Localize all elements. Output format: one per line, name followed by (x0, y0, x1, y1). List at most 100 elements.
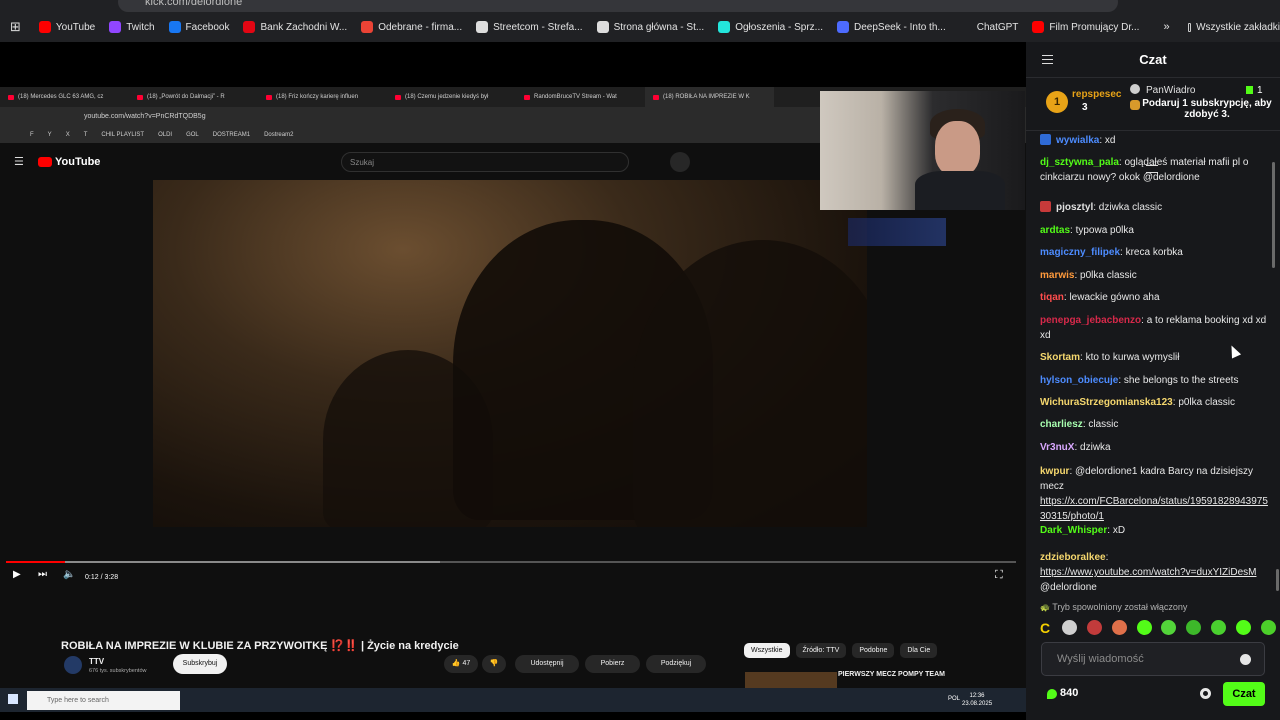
emote[interactable] (1136, 620, 1152, 635)
bookmark-item[interactable]: ChatGPT (959, 21, 1018, 33)
bookmark-favicon-icon (243, 21, 256, 33)
chat-username[interactable]: wywialka (1056, 135, 1099, 146)
chat-username[interactable]: Skortam (1040, 352, 1080, 363)
chat-username[interactable]: ardtas (1040, 225, 1070, 236)
inner-bookmark: OLDI (158, 132, 173, 138)
chat-title: Czat (1139, 52, 1167, 67)
bookmark-item[interactable]: Twitch (109, 21, 155, 33)
bookmark-item[interactable]: YouTube (38, 21, 96, 33)
emote-c[interactable]: C (1040, 620, 1052, 638)
bookmark-favicon-icon (1032, 21, 1045, 33)
emote[interactable] (1260, 620, 1276, 635)
inner-tab-label: RandomBruceTV Stream - Wat (534, 94, 617, 100)
emote[interactable] (1111, 620, 1127, 635)
bookmark-favicon-icon (109, 21, 122, 33)
progress-played (6, 561, 65, 563)
chat-username[interactable]: WichuraStrzegomianska123 (1040, 397, 1173, 408)
windows-start-icon (8, 694, 18, 704)
gift-user-name[interactable]: PanWiadro (1146, 85, 1195, 96)
chat-message: marwis: p0lka classic (1040, 268, 1272, 283)
chat-text: classic (1088, 419, 1119, 430)
filter-chip: Dla Cie (900, 643, 938, 658)
bookmark-item[interactable]: Facebook (168, 21, 229, 33)
chat-text: kreca korbka (1125, 247, 1183, 258)
inner-tab-favicon-icon (8, 94, 14, 100)
emote[interactable] (1086, 620, 1102, 635)
bookmark-favicon-icon (476, 21, 489, 33)
chat-message: pjosztyl: dziwka classic (1040, 200, 1272, 215)
all-bookmarks[interactable]: Wszystkie zakładki (1196, 22, 1280, 33)
bookmark-favicon-icon (596, 21, 609, 33)
emote[interactable] (1186, 620, 1202, 635)
inner-bookmark: GOL (186, 132, 199, 138)
bookmark-item[interactable]: Strona główna - St... (596, 21, 704, 33)
chat-input[interactable]: Wyślij wiadomość (1041, 642, 1265, 676)
stream-video-area[interactable]: (18) Mercedes GLC 63 AMG, cz (18) „Powrót… (0, 42, 1026, 720)
bookmark-item[interactable]: DeepSeek - Into th... (837, 21, 946, 33)
address-bar-url[interactable]: kick.com/delordione (145, 0, 242, 8)
apps-grid-icon[interactable]: ⊞ (10, 19, 21, 35)
address-bar[interactable] (118, 0, 1118, 12)
inner-bookmark: CHIL PLAYLIST (101, 132, 145, 138)
share-button: Udostępnij (515, 655, 579, 673)
chat-username[interactable]: charliesz (1040, 419, 1083, 430)
chat-username[interactable]: zdzieboralkee (1040, 552, 1106, 563)
gift-sub-prompt[interactable]: Podaruj 1 subskrypcję, aby zdobyć 3. (1142, 98, 1272, 120)
screen: kick.com/delordione ⊞ YouTube Twitch Faceb… (0, 0, 1280, 720)
bookmark-item[interactable]: Film Promujący Dr... (1032, 21, 1139, 33)
progress-buffered (6, 561, 441, 563)
bookmark-item[interactable]: Streetcom - Strefa... (476, 21, 583, 33)
chat-username[interactable]: magiczny_filipek (1040, 247, 1120, 258)
chat-leaderboard: 1 repspesec 3 PanWiadro 1 Podaruj 1 subs… (1026, 79, 1280, 173)
chat-username[interactable]: kwpur (1040, 466, 1069, 477)
bookmark-item[interactable]: Odebrane - firma... (361, 21, 462, 33)
chat-text: she belongs to the streets (1123, 375, 1239, 386)
more-bookmarks-icon[interactable]: » (1163, 21, 1169, 33)
chat-message: magiczny_filipek: kreca korbka (1040, 245, 1272, 260)
chat-username[interactable]: pjosztyl (1056, 202, 1093, 213)
like-button: 👍 47 (444, 655, 478, 673)
inner-tab-label: (18) Mercedes GLC 63 AMG, cz (18, 94, 104, 100)
chat-username[interactable]: tiqan (1040, 292, 1064, 303)
emoji-icon[interactable] (1240, 654, 1251, 665)
emote[interactable] (1211, 620, 1227, 635)
chat-username[interactable]: hylson_obiecuje (1040, 375, 1118, 386)
chat-username[interactable]: penepga_jebacbenzo (1040, 315, 1141, 326)
inner-tab-favicon-icon (524, 94, 530, 100)
inner-tab: (18) Czemu jedzenie kiedyś był (387, 87, 516, 107)
channel-points[interactable]: 840 (1060, 687, 1078, 699)
chat-link[interactable]: https://www.youtube.com/watch?v=duxYIZiD… (1040, 567, 1256, 578)
chat-username[interactable]: marwis (1040, 270, 1074, 281)
bookmark-label: YouTube (55, 21, 96, 33)
send-chat-button[interactable]: Czat (1223, 682, 1265, 706)
bookmark-item[interactable]: Ogłoszenia - Sprz... (718, 21, 823, 33)
emote[interactable] (1061, 620, 1077, 635)
bookmark-item[interactable]: Bank Zachodni W... (243, 21, 347, 33)
windows-taskbar: Type here to search POL 12:36 23.08.2025 (0, 688, 1026, 712)
inner-bookmark: DOSTREAM1 (212, 132, 251, 138)
bookmark-favicon-icon (361, 21, 374, 33)
gift-count: 1 (1246, 85, 1263, 96)
chat-message: ardtas: typowa p0lka (1040, 223, 1272, 238)
youtube-play-icon (38, 157, 52, 167)
chat-scrollbar-thumb[interactable] (1276, 569, 1279, 591)
emote[interactable] (1161, 620, 1177, 635)
hamburger-icon: ☰ (14, 156, 24, 168)
leader-name[interactable]: repspesec (1072, 89, 1121, 100)
like-icon: 👍 (451, 660, 463, 667)
chat-username[interactable]: Dark_Whisper (1040, 525, 1107, 536)
chat-username[interactable]: Vr3nuX (1040, 442, 1074, 453)
taskbar-date: 23.08.2025 (962, 701, 993, 707)
chat-username[interactable]: dj_sztywna_pala (1040, 157, 1119, 168)
inner-tab-label: (18) Friz kończy karierę influen (276, 94, 359, 100)
chat-text: p0lka classic (1178, 397, 1236, 408)
chat-settings-icon[interactable] (1200, 688, 1211, 699)
taskbar-search: Type here to search (27, 691, 180, 710)
video-time: 0:12 / 3:28 (85, 574, 119, 581)
emote[interactable] (1236, 620, 1251, 635)
chat-link[interactable]: https://x.com/FCBarcelona/status/1959182… (1040, 496, 1268, 522)
taskbar-time: 12:36 (969, 693, 985, 699)
bookmark-favicon-icon (959, 21, 972, 33)
youtube-logo: YouTube (38, 156, 100, 168)
chat-scrollbar[interactable] (1272, 162, 1275, 268)
